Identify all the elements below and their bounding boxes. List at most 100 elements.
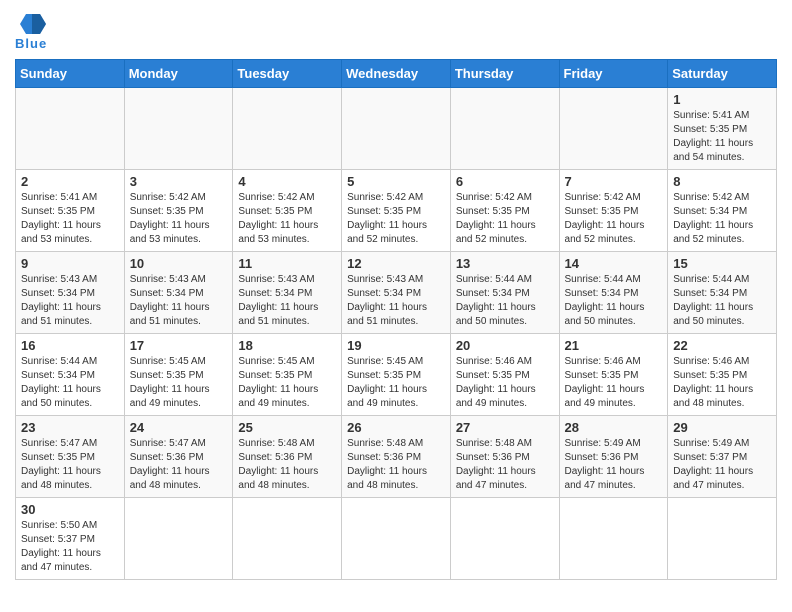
day-info: Sunrise: 5:41 AM Sunset: 5:35 PM Dayligh… — [21, 191, 119, 247]
calendar-cell — [124, 88, 233, 170]
day-info: Sunrise: 5:48 AM Sunset: 5:36 PM Dayligh… — [456, 437, 554, 493]
day-info: Sunrise: 5:49 AM Sunset: 5:37 PM Dayligh… — [673, 437, 771, 493]
day-number: 23 — [21, 420, 119, 435]
calendar-cell: 11Sunrise: 5:43 AM Sunset: 5:34 PM Dayli… — [233, 252, 342, 334]
header-thursday: Thursday — [450, 60, 559, 88]
calendar-cell: 17Sunrise: 5:45 AM Sunset: 5:35 PM Dayli… — [124, 334, 233, 416]
day-info: Sunrise: 5:49 AM Sunset: 5:36 PM Dayligh… — [565, 437, 663, 493]
day-info: Sunrise: 5:44 AM Sunset: 5:34 PM Dayligh… — [456, 273, 554, 329]
day-info: Sunrise: 5:42 AM Sunset: 5:35 PM Dayligh… — [238, 191, 336, 247]
calendar-cell: 24 Sunrise: 5:47 AM Sunset: 5:36 PM Dayli… — [124, 416, 233, 498]
calendar-week-row: 23 Sunrise: 5:47 AM Sunset: 5:35 PM Dayli… — [16, 416, 777, 498]
day-info: Sunrise: 5:42 AM Sunset: 5:35 PM Dayligh… — [565, 191, 663, 247]
calendar-cell: 3Sunrise: 5:42 AM Sunset: 5:35 PM Daylig… — [124, 170, 233, 252]
calendar-cell: 12Sunrise: 5:43 AM Sunset: 5:34 PM Dayli… — [342, 252, 451, 334]
calendar-cell: 25Sunrise: 5:48 AM Sunset: 5:36 PM Dayli… — [233, 416, 342, 498]
calendar-cell — [668, 498, 777, 580]
day-info: Sunrise: 5:43 AM Sunset: 5:34 PM Dayligh… — [21, 273, 119, 329]
header-monday: Monday — [124, 60, 233, 88]
calendar-cell: 1Sunrise: 5:41 AM Sunset: 5:35 PM Daylig… — [668, 88, 777, 170]
day-number: 30 — [21, 502, 119, 517]
calendar-cell: 18 Sunrise: 5:45 AM Sunset: 5:35 PM Dayli… — [233, 334, 342, 416]
day-info: Sunrise: 5:44 AM Sunset: 5:34 PM Dayligh… — [21, 355, 119, 411]
calendar-week-row: 2 Sunrise: 5:41 AM Sunset: 5:35 PM Daylig… — [16, 170, 777, 252]
calendar-cell: 14Sunrise: 5:44 AM Sunset: 5:34 PM Dayli… — [559, 252, 668, 334]
calendar-cell: 5Sunrise: 5:42 AM Sunset: 5:35 PM Daylig… — [342, 170, 451, 252]
logo-subtext: Blue — [15, 36, 47, 51]
calendar-cell — [450, 498, 559, 580]
header: Blue — [15, 10, 777, 51]
calendar-cell: 4 Sunrise: 5:42 AM Sunset: 5:35 PM Daylig… — [233, 170, 342, 252]
header-tuesday: Tuesday — [233, 60, 342, 88]
calendar-cell: 16Sunrise: 5:44 AM Sunset: 5:34 PM Dayli… — [16, 334, 125, 416]
calendar-week-row: 9Sunrise: 5:43 AM Sunset: 5:34 PM Daylig… — [16, 252, 777, 334]
day-number: 27 — [456, 420, 554, 435]
day-info: Sunrise: 5:45 AM Sunset: 5:35 PM Dayligh… — [238, 355, 336, 411]
calendar-cell — [342, 88, 451, 170]
day-number: 24 — [130, 420, 228, 435]
day-info: Sunrise: 5:45 AM Sunset: 5:35 PM Dayligh… — [130, 355, 228, 411]
day-info: Sunrise: 5:44 AM Sunset: 5:34 PM Dayligh… — [565, 273, 663, 329]
calendar-cell: 22 Sunrise: 5:46 AM Sunset: 5:35 PM Dayli… — [668, 334, 777, 416]
day-number: 20 — [456, 338, 554, 353]
header-wednesday: Wednesday — [342, 60, 451, 88]
calendar-cell: 26 Sunrise: 5:48 AM Sunset: 5:36 PM Dayli… — [342, 416, 451, 498]
calendar-cell: 29 Sunrise: 5:49 AM Sunset: 5:37 PM Dayli… — [668, 416, 777, 498]
calendar-cell: 23 Sunrise: 5:47 AM Sunset: 5:35 PM Dayli… — [16, 416, 125, 498]
calendar-cell — [559, 88, 668, 170]
day-number: 18 — [238, 338, 336, 353]
day-number: 22 — [673, 338, 771, 353]
day-info: Sunrise: 5:48 AM Sunset: 5:36 PM Dayligh… — [347, 437, 445, 493]
calendar-cell: 30 Sunrise: 5:50 AM Sunset: 5:37 PM Dayli… — [16, 498, 125, 580]
calendar-cell: 9Sunrise: 5:43 AM Sunset: 5:34 PM Daylig… — [16, 252, 125, 334]
calendar-cell — [124, 498, 233, 580]
calendar-cell: 13 Sunrise: 5:44 AM Sunset: 5:34 PM Dayli… — [450, 252, 559, 334]
calendar-cell: 7 Sunrise: 5:42 AM Sunset: 5:35 PM Daylig… — [559, 170, 668, 252]
day-number: 6 — [456, 174, 554, 189]
day-info: Sunrise: 5:42 AM Sunset: 5:34 PM Dayligh… — [673, 191, 771, 247]
calendar-week-row: 30 Sunrise: 5:50 AM Sunset: 5:37 PM Dayli… — [16, 498, 777, 580]
day-info: Sunrise: 5:46 AM Sunset: 5:35 PM Dayligh… — [673, 355, 771, 411]
day-info: Sunrise: 5:42 AM Sunset: 5:35 PM Dayligh… — [130, 191, 228, 247]
day-info: Sunrise: 5:45 AM Sunset: 5:35 PM Dayligh… — [347, 355, 445, 411]
calendar-cell — [233, 498, 342, 580]
calendar-cell: 6Sunrise: 5:42 AM Sunset: 5:35 PM Daylig… — [450, 170, 559, 252]
calendar-cell: 19 Sunrise: 5:45 AM Sunset: 5:35 PM Dayli… — [342, 334, 451, 416]
day-info: Sunrise: 5:48 AM Sunset: 5:36 PM Dayligh… — [238, 437, 336, 493]
day-number: 21 — [565, 338, 663, 353]
day-number: 1 — [673, 92, 771, 107]
header-saturday: Saturday — [668, 60, 777, 88]
day-info: Sunrise: 5:50 AM Sunset: 5:37 PM Dayligh… — [21, 519, 119, 575]
days-header-row: Sunday Monday Tuesday Wednesday Thursday… — [16, 60, 777, 88]
logo: Blue — [15, 10, 47, 51]
calendar-cell — [559, 498, 668, 580]
day-info: Sunrise: 5:47 AM Sunset: 5:36 PM Dayligh… — [130, 437, 228, 493]
day-number: 26 — [347, 420, 445, 435]
header-sunday: Sunday — [16, 60, 125, 88]
day-number: 7 — [565, 174, 663, 189]
day-info: Sunrise: 5:47 AM Sunset: 5:35 PM Dayligh… — [21, 437, 119, 493]
day-number: 29 — [673, 420, 771, 435]
day-number: 8 — [673, 174, 771, 189]
day-number: 15 — [673, 256, 771, 271]
day-number: 5 — [347, 174, 445, 189]
day-info: Sunrise: 5:46 AM Sunset: 5:35 PM Dayligh… — [565, 355, 663, 411]
day-number: 2 — [21, 174, 119, 189]
day-number: 4 — [238, 174, 336, 189]
day-number: 10 — [130, 256, 228, 271]
day-info: Sunrise: 5:44 AM Sunset: 5:34 PM Dayligh… — [673, 273, 771, 329]
day-number: 13 — [456, 256, 554, 271]
calendar-cell: 21 Sunrise: 5:46 AM Sunset: 5:35 PM Dayli… — [559, 334, 668, 416]
day-info: Sunrise: 5:46 AM Sunset: 5:35 PM Dayligh… — [456, 355, 554, 411]
day-number: 19 — [347, 338, 445, 353]
calendar-cell: 2 Sunrise: 5:41 AM Sunset: 5:35 PM Daylig… — [16, 170, 125, 252]
logo-icon — [18, 10, 46, 38]
calendar-cell — [342, 498, 451, 580]
logo-text — [15, 10, 46, 38]
calendar-cell: 8 Sunrise: 5:42 AM Sunset: 5:34 PM Daylig… — [668, 170, 777, 252]
calendar-cell — [233, 88, 342, 170]
main-container: Blue Sunday Monday Tuesday Wednesday Thu… — [0, 0, 792, 590]
day-number: 12 — [347, 256, 445, 271]
calendar-week-row: 1Sunrise: 5:41 AM Sunset: 5:35 PM Daylig… — [16, 88, 777, 170]
calendar-cell: 27 Sunrise: 5:48 AM Sunset: 5:36 PM Dayli… — [450, 416, 559, 498]
